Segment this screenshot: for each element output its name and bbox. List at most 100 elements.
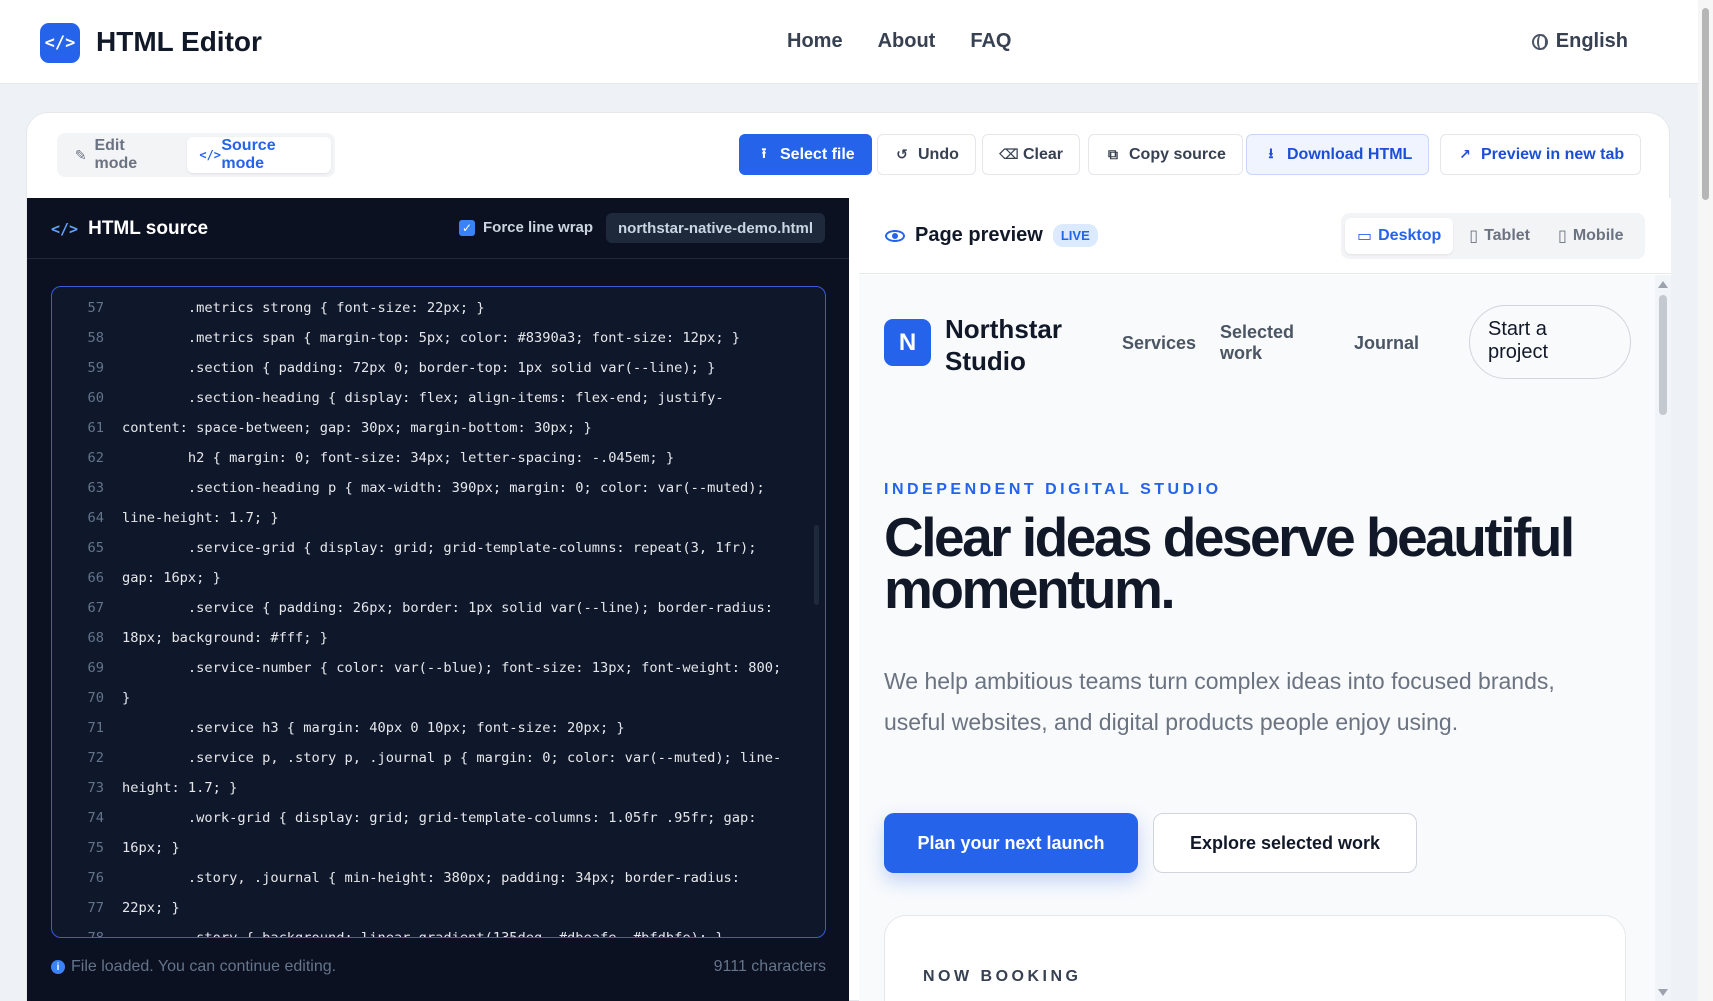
- force-line-wrap-checkbox[interactable]: ✓: [459, 219, 475, 236]
- nav-about-link[interactable]: About: [878, 30, 936, 53]
- clear-button[interactable]: ⌫ Clear: [982, 134, 1081, 175]
- main-nav: Home About FAQ: [787, 30, 1011, 53]
- code-text: .service h3 { margin: 40px 0 10px; font-…: [122, 720, 625, 736]
- code-text: .section { padding: 72px 0; border-top: …: [122, 360, 716, 376]
- code-textarea[interactable]: 57 .metrics strong { font-size: 22px; } 5…: [51, 286, 826, 938]
- code-text: line-height: 1.7; }: [122, 510, 279, 526]
- copy-source-label: Copy source: [1129, 145, 1226, 163]
- line-number: 61: [87, 420, 104, 436]
- code-text: .service { padding: 26px; border: 1px so…: [122, 600, 774, 616]
- edit-mode-button[interactable]: ✎ Edit mode: [61, 137, 181, 173]
- code-text: }: [122, 690, 131, 706]
- preview-header: Page preview LIVE ▭ Desktop ▯ Tablet ▯ M…: [859, 198, 1671, 274]
- code-text: .story { background: linear-gradient(135…: [122, 930, 724, 938]
- line-number: 65: [87, 540, 104, 556]
- preview-new-tab-label: Preview in new tab: [1481, 145, 1625, 163]
- line-number: 62: [87, 450, 104, 466]
- device-tablet-label: Tablet: [1484, 227, 1530, 244]
- line-number: 75: [87, 840, 104, 856]
- preview-new-tab-button[interactable]: ↗ Preview in new tab: [1440, 134, 1642, 175]
- line-number: 63: [87, 480, 104, 496]
- line-number: 72: [87, 750, 104, 766]
- code-text: 16px; }: [122, 840, 180, 856]
- code-icon: </>: [51, 220, 79, 238]
- page-preview-pane: Page preview LIVE ▭ Desktop ▯ Tablet ▯ M…: [859, 198, 1671, 1001]
- source-mode-button[interactable]: </> Source mode: [187, 137, 331, 173]
- filename-badge: northstar-native-demo.html: [606, 213, 826, 243]
- plan-launch-button[interactable]: Plan your next launch: [884, 813, 1138, 873]
- line-number: 57: [87, 300, 104, 316]
- clear-label: Clear: [1023, 145, 1064, 163]
- preview-scrollbar[interactable]: [1655, 275, 1671, 1001]
- site-nav-services[interactable]: Services: [1122, 333, 1196, 354]
- editor-header: </> HTML source ✓ Force line wrap norths…: [27, 198, 849, 259]
- edit-mode-label: Edit mode: [94, 137, 138, 172]
- language-selector[interactable]: English: [1531, 30, 1628, 53]
- line-number: 77: [87, 900, 104, 916]
- site-logo-icon[interactable]: N: [884, 319, 931, 366]
- line-number: 76: [87, 870, 104, 886]
- eraser-icon: ⌫: [999, 146, 1019, 162]
- desktop-icon: ▭: [1357, 228, 1373, 245]
- device-tablet-button[interactable]: ▯ Tablet: [1457, 218, 1542, 254]
- app-name[interactable]: HTML Editor: [96, 26, 262, 58]
- line-number: 71: [87, 720, 104, 736]
- explore-work-button[interactable]: Explore selected work: [1153, 813, 1417, 873]
- source-mode-label: Source mode: [221, 137, 276, 172]
- nav-home-link[interactable]: Home: [787, 30, 843, 53]
- select-file-button[interactable]: ⭱ Select file: [739, 134, 872, 175]
- copy-icon: ⧉: [1108, 146, 1118, 162]
- device-mobile-label: Mobile: [1572, 227, 1624, 244]
- device-mobile-button[interactable]: ▯ Mobile: [1546, 218, 1635, 254]
- scroll-down-icon[interactable]: [1658, 989, 1668, 996]
- preview-title: Page preview LIVE: [885, 224, 1098, 247]
- line-number: 58: [87, 330, 104, 346]
- download-html-button[interactable]: ⭳ Download HTML: [1246, 134, 1430, 175]
- status-message: File loaded. You can continue editing.: [71, 958, 337, 975]
- start-project-button[interactable]: Start a project: [1469, 305, 1631, 379]
- site-nav-selected-work[interactable]: Selected work: [1220, 322, 1300, 364]
- code-text: .story, .journal { min-height: 380px; pa…: [122, 870, 741, 886]
- scroll-up-icon[interactable]: [1658, 281, 1668, 288]
- nav-faq-link[interactable]: FAQ: [970, 30, 1011, 53]
- line-number: 78: [87, 930, 104, 938]
- select-file-label: Select file: [780, 145, 855, 163]
- site-name[interactable]: Northstar Studio: [945, 313, 1085, 377]
- code-text: .section-heading { display: flex; align-…: [122, 390, 724, 406]
- code-icon: </>: [199, 148, 222, 162]
- globe-icon: [1531, 33, 1548, 50]
- hero-eyebrow: INDEPENDENT DIGITAL STUDIO: [884, 481, 1222, 498]
- code-text: 22px; }: [122, 900, 180, 916]
- line-number: 59: [87, 360, 104, 376]
- hero-headline: Clear ideas deserve beautiful momentum.: [884, 506, 1575, 620]
- force-line-wrap-toggle[interactable]: ✓ Force line wrap: [459, 219, 593, 236]
- preview-scrollbar-thumb[interactable]: [1659, 295, 1667, 415]
- tablet-icon: ▯: [1469, 228, 1479, 245]
- app-logo-icon[interactable]: </>: [40, 23, 80, 63]
- page-scrollbar[interactable]: [1698, 0, 1713, 1001]
- preview-frame[interactable]: N Northstar Studio Services Selected wor…: [859, 275, 1671, 1001]
- hero-subtext: We help ambitious teams turn complex ide…: [884, 668, 1555, 735]
- editor-title-text: HTML source: [88, 218, 209, 239]
- editor-card: ✎ Edit mode </> Source mode ⭱ Select fil…: [26, 112, 1671, 1001]
- device-desktop-button[interactable]: ▭ Desktop: [1345, 218, 1454, 254]
- code-text: .service-grid { display: grid; grid-temp…: [122, 540, 757, 556]
- code-text: .service p, .story p, .journal p { margi…: [122, 750, 782, 766]
- character-count: 9111 characters: [713, 958, 826, 975]
- pencil-icon: ✎: [74, 146, 87, 163]
- undo-label: Undo: [918, 145, 959, 163]
- line-number: 74: [87, 810, 104, 826]
- force-line-wrap-label: Force line wrap: [483, 219, 594, 236]
- page-scrollbar-thumb[interactable]: [1702, 8, 1709, 200]
- copy-source-button[interactable]: ⧉ Copy source: [1088, 134, 1243, 175]
- device-switch: ▭ Desktop ▯ Tablet ▯ Mobile: [1341, 213, 1645, 259]
- undo-icon: ↺: [896, 146, 908, 162]
- code-text: content: space-between; gap: 30px; margi…: [122, 420, 592, 436]
- code-text: .section-heading p { max-width: 390px; m…: [122, 480, 765, 496]
- code-text: .service-number { color: var(--blue); fo…: [122, 660, 782, 676]
- code-scrollbar[interactable]: [814, 525, 819, 605]
- external-link-icon: ↗: [1459, 146, 1471, 162]
- site-nav-journal[interactable]: Journal: [1354, 333, 1419, 354]
- undo-button[interactable]: ↺ Undo: [877, 134, 976, 175]
- line-number: 68: [87, 630, 104, 646]
